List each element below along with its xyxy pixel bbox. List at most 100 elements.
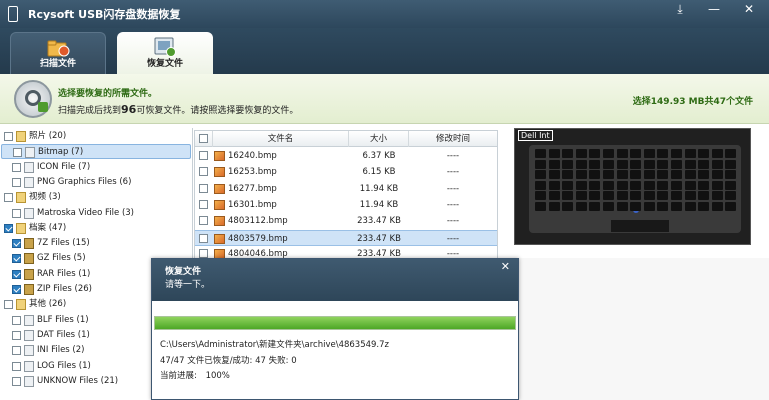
table-row[interactable]: 16253.bmp 6.15 KB ---- [195, 164, 497, 180]
bitmap-file-icon [214, 199, 225, 210]
pin-icon[interactable]: ⤓ [666, 0, 694, 20]
table-row[interactable]: 4803579.bmp 233.47 KB ---- [195, 229, 497, 246]
banner-heading: 选择要恢复的所需文件。 [58, 89, 158, 99]
tree-item[interactable]: Bitmap (7) [1, 144, 191, 160]
cell-modified: ---- [446, 183, 460, 194]
table-row[interactable]: 16240.bmp 6.37 KB ---- [195, 148, 497, 164]
row-checkbox[interactable] [199, 199, 208, 209]
cell-modified: ---- [446, 233, 460, 244]
file-icon [25, 147, 35, 159]
tree-item-label: BLF Files (1) [37, 314, 89, 325]
current-progress-label: 当前进展: [160, 371, 197, 381]
row-checkbox[interactable] [199, 233, 208, 243]
row-checkbox[interactable] [199, 183, 208, 193]
column-header-size[interactable]: 大小 [349, 131, 409, 147]
tree-checkbox[interactable] [12, 330, 21, 340]
info-banner: 选择要恢复的所需文件。 扫描完成后找到96可恢复文件。请按照选择要恢复的文件。 … [0, 74, 769, 124]
tree-checkbox[interactable] [12, 208, 21, 218]
tree-item-label: ICON File (7) [37, 161, 91, 172]
recovery-status-icon [14, 80, 52, 118]
tree-checkbox[interactable] [12, 285, 21, 294]
bitmap-file-icon [214, 167, 225, 178]
preview-caption: Dell Int [518, 130, 553, 141]
minimize-button[interactable]: — [700, 0, 728, 20]
cell-size: 11.94 KB [359, 183, 399, 194]
image-preview: Dell Int [514, 128, 751, 245]
tree-checkbox[interactable] [12, 269, 21, 279]
tab-scan-label: 扫描文件 [39, 59, 76, 69]
row-checkbox[interactable] [199, 216, 208, 226]
table-row[interactable]: 16277.bmp 11.94 KB ---- [195, 181, 497, 197]
archive-icon [24, 284, 34, 295]
tree-item-label: 照片 (20) [29, 131, 67, 141]
cell-size: 6.37 KB [362, 151, 396, 161]
close-button[interactable]: ✕ [735, 0, 763, 20]
tree-checkbox[interactable] [12, 254, 21, 264]
table-header: 文件名 大小 修改时间 [195, 131, 497, 147]
cell-filename: 16277.bmp [228, 183, 277, 194]
tree-item-label: UNKNOW Files (21) [37, 375, 119, 386]
archive-icon [24, 268, 34, 280]
row-checkbox[interactable] [199, 167, 208, 177]
file-icon [24, 329, 34, 341]
bitmap-file-icon [214, 233, 225, 244]
title-bar: Rcysoft USB闪存盘数据恢复 ⤓ — ✕ [0, 0, 769, 28]
tree-checkbox[interactable] [12, 239, 21, 249]
tree-item-label: DAT Files (1) [37, 329, 90, 340]
banner-subtext: 扫描完成后找到96可恢复文件。请按照选择要恢复的文件。 [58, 103, 299, 116]
dialog-header: 恢复文件 请等一下。 ✕ [152, 259, 518, 301]
tree-item-label: GZ Files (5) [37, 253, 86, 264]
selection-summary: 选择149.93 MB共47个文件 [632, 97, 753, 107]
tree-checkbox[interactable] [12, 346, 21, 356]
tree-checkbox[interactable] [4, 132, 13, 141]
recovery-status-text: 47/47 文件已恢复/成功: 47 失败: 0 [160, 356, 297, 366]
file-icon [24, 176, 34, 188]
file-icon [24, 161, 34, 173]
tree-item-label: 其他 (26) [29, 299, 67, 310]
tree-item-label: LOG Files (1) [37, 360, 91, 371]
current-progress: 当前进展: 100% [160, 369, 230, 381]
column-header-name[interactable]: 文件名 [213, 131, 349, 147]
tree-item-label: Bitmap (7) [38, 147, 84, 158]
tree-checkbox[interactable] [12, 376, 21, 386]
column-header-modified[interactable]: 修改时间 [409, 131, 497, 147]
tree-checkbox[interactable] [4, 223, 13, 233]
tree-item-label: 档案 (47) [29, 222, 67, 233]
row-checkbox[interactable] [199, 151, 208, 160]
file-icon [24, 360, 34, 372]
tree-checkbox[interactable] [12, 162, 21, 172]
current-file-path: C:\Users\Administrator\新建文件夹\archive\486… [160, 340, 389, 350]
tree-checkbox[interactable] [13, 148, 22, 158]
table-row[interactable]: 16301.bmp 11.94 KB ---- [195, 197, 497, 213]
cell-filename: 4803579.bmp [228, 233, 288, 244]
tree-checkbox[interactable] [4, 300, 13, 310]
folder-icon [16, 222, 26, 234]
tree-checkbox[interactable] [12, 315, 21, 325]
tree-checkbox[interactable] [12, 361, 21, 371]
cell-size: 233.47 KB [357, 233, 401, 244]
archive-icon [24, 253, 34, 265]
bitmap-file-icon [214, 151, 225, 161]
cell-modified: ---- [446, 216, 460, 227]
folder-icon [16, 131, 26, 142]
header-select-all[interactable] [195, 131, 213, 147]
tree-checkbox[interactable] [4, 193, 13, 203]
row-checkbox[interactable] [199, 248, 208, 258]
dialog-close-button[interactable]: ✕ [501, 260, 510, 273]
table-row[interactable]: 4803112.bmp 233.47 KB ---- [195, 213, 497, 229]
cell-size: 6.15 KB [362, 167, 396, 178]
dialog-subtitle: 请等一下。 [165, 280, 211, 290]
file-icon [24, 375, 34, 387]
select-all-checkbox[interactable] [199, 134, 208, 143]
folder-icon [16, 299, 26, 311]
tree-item-label: RAR Files (1) [37, 268, 91, 279]
file-icon [24, 345, 34, 357]
cell-modified: ---- [446, 151, 460, 161]
tree-checkbox[interactable] [12, 177, 21, 187]
cell-modified: ---- [446, 167, 460, 178]
tab-recover-files[interactable]: 恢复文件 [117, 32, 213, 74]
tab-scan-files[interactable]: 扫描文件 [10, 32, 106, 74]
dialog-title: 恢复文件 [165, 267, 202, 277]
tree-item-label: INI Files (2) [37, 345, 85, 356]
recover-progress-dialog: 恢复文件 请等一下。 ✕ C:\Users\Administrator\新建文件… [151, 258, 519, 400]
